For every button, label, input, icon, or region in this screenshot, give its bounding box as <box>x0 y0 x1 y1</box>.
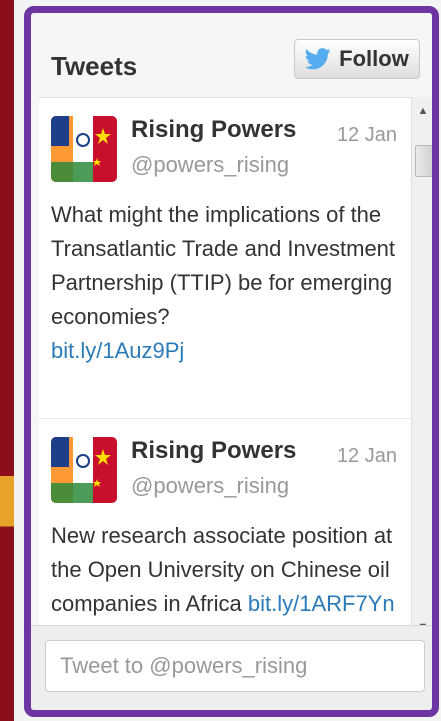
follow-button[interactable]: Follow <box>294 39 420 79</box>
tweet-text: What might the implications of the Trans… <box>51 198 401 368</box>
tweet-item[interactable]: Rising Powers @powers_rising 12 Jan New … <box>39 419 411 638</box>
twitter-widget: Tweets Follow Rising Powers @powers_risi… <box>24 6 439 717</box>
tweet-author-handle[interactable]: @powers_rising <box>131 473 289 499</box>
tweet-composer <box>31 625 432 710</box>
scroll-up-arrow-icon[interactable]: ▲ <box>412 101 432 121</box>
tweet-timeline[interactable]: Rising Powers @powers_rising 12 Jan What… <box>39 97 411 638</box>
scroll-thumb[interactable] <box>415 145 432 177</box>
widget-header: Tweets Follow <box>31 13 432 97</box>
tweet-text: New research associate position at the O… <box>51 519 401 621</box>
tweet-date[interactable]: 12 Jan <box>337 445 397 468</box>
tweet-compose-input[interactable] <box>45 640 425 692</box>
tweet-date[interactable]: 12 Jan <box>337 124 397 147</box>
follow-button-label: Follow <box>339 46 409 71</box>
timeline-scrollbar[interactable]: ▲ ▼ <box>411 97 432 637</box>
avatar[interactable] <box>51 116 117 182</box>
widget-title: Tweets <box>51 51 138 81</box>
twitter-bird-icon <box>305 48 331 70</box>
tweet-author-handle[interactable]: @powers_rising <box>131 152 289 178</box>
tweet-link[interactable]: bit.ly/1ARF7Yn <box>248 591 395 616</box>
tweet-body: What might the implications of the Trans… <box>51 202 396 329</box>
tweet-author-name[interactable]: Rising Powers <box>131 116 296 144</box>
avatar[interactable] <box>51 437 117 503</box>
tweet-item[interactable]: Rising Powers @powers_rising 12 Jan What… <box>39 98 411 419</box>
page-background-strip <box>14 0 24 721</box>
tweet-author-name[interactable]: Rising Powers <box>131 437 296 465</box>
tweet-link[interactable]: bit.ly/1Auz9Pj <box>51 338 184 363</box>
